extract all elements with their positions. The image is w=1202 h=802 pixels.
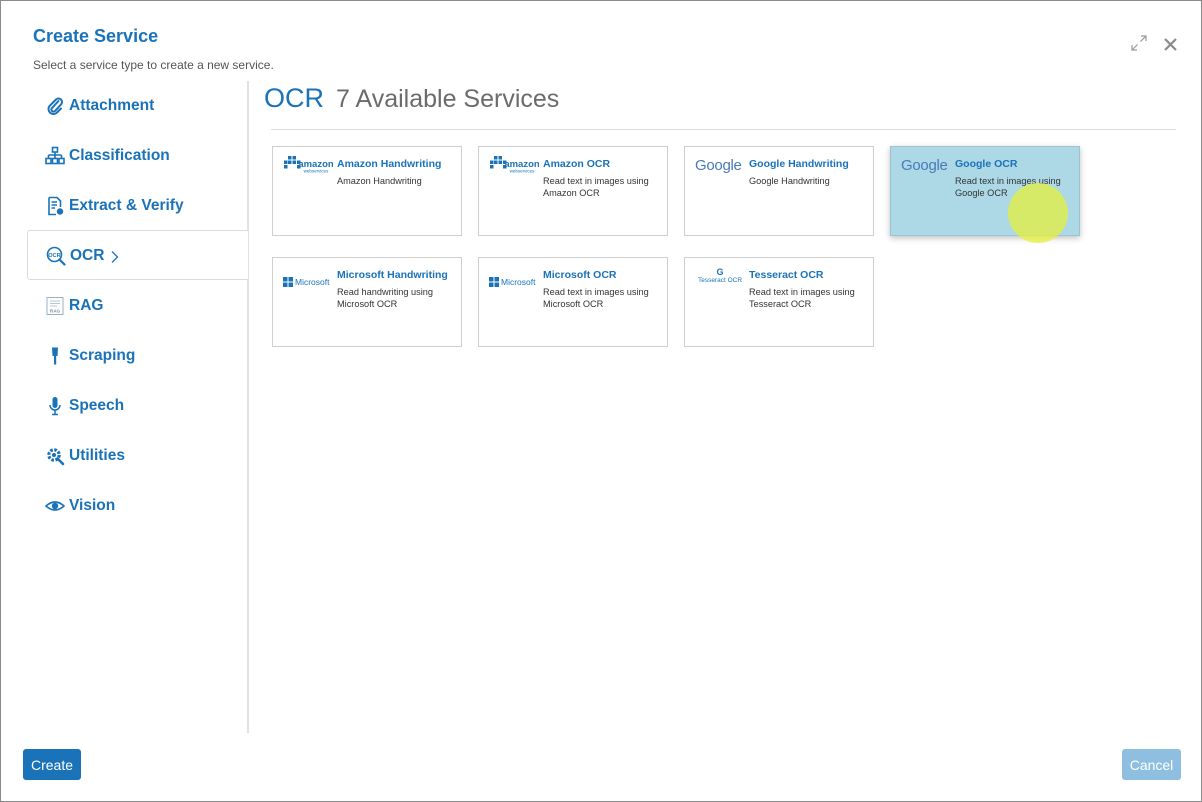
service-card-description: Read text in images using Tesseract OCR xyxy=(749,287,855,309)
google-logo: Google xyxy=(901,157,948,174)
service-card-description: Read text in images using Amazon OCR xyxy=(543,176,649,198)
close-icon[interactable] xyxy=(1162,34,1180,52)
hierarchy-icon xyxy=(45,146,65,165)
service-card-google-handwriting[interactable]: Google Google Handwriting Google Handwri… xyxy=(684,146,874,236)
sidebar-item-vision[interactable]: Vision xyxy=(28,482,247,530)
sidebar-item-ocr[interactable]: OCR OCR xyxy=(27,230,248,280)
sidebar-item-rag[interactable]: RAG RAG xyxy=(28,282,247,330)
sidebar-item-label: OCR xyxy=(70,247,105,264)
eye-icon xyxy=(45,501,65,511)
sidebar-item-label: Attachment xyxy=(69,97,155,114)
amazon-web-services-logo: amazon webservices xyxy=(490,156,539,174)
service-card-microsoft-ocr[interactable]: Microsoft Microsoft OCR Read text in ima… xyxy=(478,257,668,347)
svg-text:webservices: webservices xyxy=(304,169,330,174)
service-card-name: Amazon Handwriting xyxy=(337,158,442,170)
sidebar-item-label: Utilities xyxy=(69,447,125,464)
service-card-microsoft-handwriting[interactable]: Microsoft Microsoft Handwriting Read han… xyxy=(272,257,462,347)
tesseract-logo: G Tesseract OCR xyxy=(697,267,743,285)
sidebar-item-scraping[interactable]: Scraping xyxy=(28,332,247,380)
create-button[interactable]: Create xyxy=(23,749,81,780)
svg-text:webservices: webservices xyxy=(510,169,536,174)
service-card-name: Google OCR xyxy=(955,158,1018,170)
cancel-button[interactable]: Cancel xyxy=(1122,749,1181,780)
google-logo: Google xyxy=(695,157,742,174)
divider xyxy=(271,129,1176,130)
sidebar-item-label: Classification xyxy=(69,147,170,164)
brush-icon xyxy=(52,347,58,365)
service-card-name: Tesseract OCR xyxy=(749,269,824,281)
microsoft-logo: Microsoft xyxy=(283,271,333,293)
microsoft-windows-icon xyxy=(283,277,293,287)
expand-icon[interactable] xyxy=(1130,34,1148,52)
svg-text:RAG: RAG xyxy=(50,309,61,314)
sidebar-item-classification[interactable]: Classification xyxy=(28,132,247,180)
create-service-dialog: Create Service Select a service type to … xyxy=(0,0,1202,802)
document-check-icon xyxy=(48,196,64,216)
microsoft-logo: Microsoft xyxy=(489,271,539,293)
service-card-name: Microsoft Handwriting xyxy=(337,269,448,281)
category-title: OCR xyxy=(264,83,324,113)
sidebar-item-utilities[interactable]: Utilities xyxy=(28,432,247,480)
service-card-description: Read text in images using Microsoft OCR xyxy=(543,287,649,309)
service-card-amazon-handwriting[interactable]: amazon webservices Amazon Handwriting Am… xyxy=(272,146,462,236)
rag-document-icon: RAG xyxy=(46,297,64,315)
sidebar-item-label: Extract & Verify xyxy=(69,197,184,214)
sidebar-item-speech[interactable]: Speech xyxy=(28,382,247,430)
service-card-description: Google Handwriting xyxy=(749,176,830,186)
service-card-tesseract-ocr[interactable]: G Tesseract OCR Tesseract OCR Read text … xyxy=(684,257,874,347)
service-card-description: Read handwriting using Microsoft OCR xyxy=(337,287,434,309)
paperclip-icon xyxy=(47,97,64,115)
service-card-name: Microsoft OCR xyxy=(543,269,617,281)
service-card-name: Google Handwriting xyxy=(749,158,849,170)
sidebar-item-label: Scraping xyxy=(69,347,136,364)
microsoft-windows-icon xyxy=(489,277,499,287)
microphone-icon xyxy=(49,397,61,416)
ocr-magnifier-icon: OCR xyxy=(46,246,66,266)
dialog-subtitle: Select a service type to create a new se… xyxy=(33,58,274,72)
sidebar-item-label: Vision xyxy=(69,497,116,514)
gear-wrench-icon xyxy=(47,448,65,466)
service-card-name: Amazon OCR xyxy=(543,158,611,170)
sidebar-item-extract-verify[interactable]: Extract & Verify xyxy=(28,182,247,230)
amazon-web-services-logo: amazon webservices xyxy=(284,156,333,174)
service-card-amazon-ocr[interactable]: amazon webservices Amazon OCR Read text … xyxy=(478,146,668,236)
available-services-count: 7 Available Services xyxy=(336,85,560,113)
service-card-description: Read text in images using Google OCR xyxy=(955,176,1061,198)
dialog-title: Create Service xyxy=(33,26,159,46)
svg-text:OCR: OCR xyxy=(48,253,60,259)
sidebar-item-label: RAG xyxy=(69,297,104,314)
service-card-google-ocr[interactable]: Google Google OCR Read text in images us… xyxy=(890,146,1080,236)
service-type-sidebar: Attachment Classification Extract & Veri… xyxy=(27,81,249,733)
service-card-description: Amazon Handwriting xyxy=(337,176,422,186)
chevron-right-icon xyxy=(111,251,119,263)
sidebar-item-label: Speech xyxy=(69,397,125,414)
sidebar-item-attachment[interactable]: Attachment xyxy=(28,82,247,130)
